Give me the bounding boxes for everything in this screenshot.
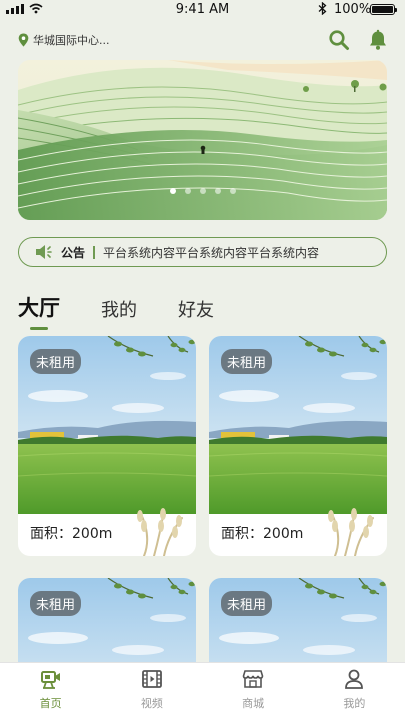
rent-status-badge: 未租用: [30, 591, 82, 616]
location-text: 华城国际中心...: [33, 34, 110, 47]
farm-card[interactable]: 未租用 面积：200m: [209, 336, 387, 556]
search-icon[interactable]: [328, 29, 350, 51]
hero-banner[interactable]: [18, 60, 387, 220]
banner-pagination: [18, 188, 387, 194]
banner-dot[interactable]: [229, 188, 236, 194]
farm-area: 面积：200m: [221, 526, 304, 542]
tab-mine[interactable]: 我的: [101, 296, 137, 322]
banner-dot[interactable]: [199, 188, 206, 194]
status-bar: 9:41 AM 100%: [0, 0, 405, 20]
bluetooth-icon: [318, 1, 327, 19]
store-icon: [242, 670, 264, 688]
announcement-bar[interactable]: 公告 平台系统内容平台系统内容平台系统内容: [18, 237, 387, 267]
rent-status-badge: 未租用: [221, 591, 273, 616]
farm-card[interactable]: 未租用: [18, 578, 196, 662]
location-pin-icon: [18, 33, 29, 47]
farm-card-info: 面积：200m: [209, 508, 387, 556]
video-camera-icon: [40, 671, 60, 689]
bottom-nav: 首页 视频 商城 我的: [0, 662, 405, 721]
wheat-icon: [137, 508, 183, 556]
nav-store[interactable]: 商城: [203, 663, 304, 721]
bell-icon[interactable]: [367, 29, 389, 51]
tab-friends[interactable]: 好友: [178, 296, 214, 322]
user-icon: [345, 669, 364, 689]
farm-card[interactable]: 未租用: [209, 578, 387, 662]
banner-image: [18, 60, 387, 220]
speaker-icon: [36, 245, 52, 259]
tab-hall[interactable]: 大厅: [18, 292, 60, 330]
announcement-label: 公告: [61, 245, 86, 260]
nav-profile[interactable]: 我的: [304, 663, 405, 721]
rent-status-badge: 未租用: [30, 349, 82, 374]
battery-icon: [370, 4, 397, 15]
farm-card-info: 面积：200m: [18, 508, 196, 556]
battery-percent: 100%: [334, 2, 372, 17]
nav-label: 首页: [39, 697, 62, 710]
banner-dot[interactable]: [184, 188, 191, 194]
wheat-icon: [328, 508, 374, 556]
rent-status-badge: 未租用: [221, 349, 273, 374]
location-selector[interactable]: 华城国际中心...: [18, 32, 110, 48]
nav-label: 视频: [140, 697, 163, 710]
film-icon: [141, 670, 162, 688]
nav-video[interactable]: 视频: [101, 663, 202, 721]
banner-dot[interactable]: [169, 188, 176, 194]
farm-area: 面积：200m: [30, 526, 113, 542]
farm-card[interactable]: 未租用 面积：200m: [18, 336, 196, 556]
announcement-text: 平台系统内容平台系统内容平台系统内容: [103, 245, 320, 260]
banner-dot[interactable]: [214, 188, 221, 194]
top-bar: 华城国际中心...: [0, 26, 405, 56]
nav-label: 商城: [242, 697, 265, 710]
nav-home[interactable]: 首页: [0, 663, 101, 721]
announcement-divider: [93, 245, 96, 259]
nav-label: 我的: [343, 697, 366, 710]
category-tabs: 大厅 我的 好友: [18, 292, 255, 330]
